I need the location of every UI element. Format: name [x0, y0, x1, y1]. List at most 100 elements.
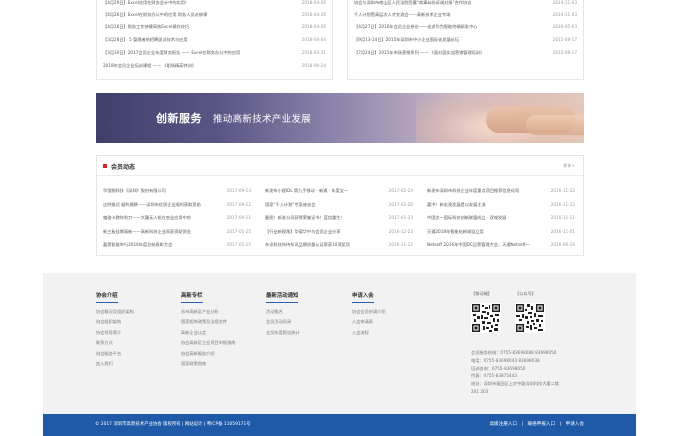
- news-title[interactable]: 【4月16日】财务工作快捷高效Excel操作技巧: [103, 20, 286, 33]
- footer-col-about: 协会介绍 协会概况及组织架构 协会组织架构 协会领导简介 联系方式 协会服务平台…: [96, 291, 134, 369]
- footer-link[interactable]: 活动报名: [266, 307, 300, 317]
- item-title[interactable]: 国家“千人计划”专家座谈会: [265, 198, 381, 212]
- news-item[interactable]: 【4月27日】2016年会员企业参访——走进华为智能终端研发中心 2016-05-…: [354, 20, 577, 33]
- news-item[interactable]: 【9月13-14日】2015年深圳市中小企业国际化发展论坛 2015-08-17: [354, 33, 577, 46]
- item-date: 2017-09-13: [226, 188, 251, 193]
- item-title[interactable]: 【行业新视角】华德华中与会员企业分享: [265, 225, 381, 239]
- list-item[interactable]: 新发布深圳市科技企业年度重点项目推荐信息化项 2016-11-22: [427, 184, 575, 198]
- news-list-right: 协会与深圳市南山区人民法院签署“商事纠纷诉调对接”合作协议 2014-11-03 …: [347, 0, 584, 80]
- footer-link[interactable]: 入会流程: [352, 328, 386, 338]
- item-title[interactable]: Netsoft 2016年中国DC运营管理大会，天通Netsoft一: [427, 238, 543, 252]
- item-title[interactable]: 截图！新发公司获得荣誉证书！蓝信重生！: [265, 211, 381, 225]
- footer-link[interactable]: 协会会员申请介绍: [352, 307, 386, 317]
- member-news-panel: 会员动态 更多+ 华强物科技《深圳》股份有限公司 2017-09-13 达明推迟 …: [96, 155, 584, 256]
- list-item[interactable]: 嘉恩智能举行2016年度总结表彰大会 2017-05-25: [103, 238, 251, 252]
- item-title[interactable]: 中国文一国际科技创新联盟成立 · 双城发展: [427, 211, 543, 225]
- footer-col-events: 最新活动通知 活动报名 会员活动风采 会员年度报告统计: [266, 291, 300, 338]
- news-date: 2018-03-31: [301, 50, 326, 55]
- innovation-banner[interactable]: 创新服务 推动高新技术产业发展: [96, 93, 584, 143]
- item-title[interactable]: 新发布深圳市科技企业年度重点项目推荐信息化项: [427, 184, 543, 198]
- news-title[interactable]: 2018年会员企业培训课程 —— 《职场精英特训》: [103, 59, 286, 72]
- item-title[interactable]: 达明推迟 顺利摘牌——深圳市优质企业顺利获取资助: [103, 198, 219, 212]
- item-date: 2017-05-25: [226, 228, 251, 234]
- item-title[interactable]: 天通2018年智能化新城设立奖: [427, 225, 543, 239]
- list-item[interactable]: 华强物科技《深圳》股份有限公司 2017-09-13: [103, 184, 251, 198]
- news-date: 2015-08-17: [552, 37, 577, 42]
- site-footer: 协会介绍 协会概况及组织架构 协会组织架构 协会领导简介 联系方式 协会服务平台…: [43, 273, 636, 414]
- news-date: 2018-04-04: [301, 37, 326, 42]
- footer-link[interactable]: 国家政策指南: [181, 359, 235, 369]
- footer-link[interactable]: 协会领导简介: [96, 328, 134, 338]
- list-item[interactable]: 截图！新发公司获得荣誉证书！蓝信重生！ 2017-01-23: [265, 211, 413, 225]
- section-marker-icon: [103, 164, 107, 168]
- news-title[interactable]: 【3月28日】 5 管理者的招聘面试技术与应用: [103, 33, 286, 46]
- item-date: 2017-09-11: [226, 215, 251, 221]
- list-item[interactable]: 国家“千人计划”专家座谈会 2017-02-20: [265, 198, 413, 212]
- news-lists: 【4月29日】Excel应用在财务会计中的实用！ 2018-04-26 【4月26…: [96, 0, 584, 80]
- list-item[interactable]: 东讯科技所持东讯品牌质量认证荣获10项奖项 2016-11-22: [265, 238, 413, 252]
- list-item[interactable]: 新发布小视IDL 第九手移动 · 新通 · 年度宝一 2017-02-24: [265, 184, 413, 198]
- item-date: 2017-02-20: [388, 201, 413, 207]
- qr-label: 【公众号】: [515, 291, 536, 296]
- contact-line: 培训咨询：0755-83698050: [471, 365, 526, 371]
- news-title[interactable]: 【7月24日】2015年市场营销系列 —— 《面对面实战营销管理培训》: [354, 46, 537, 59]
- footer-heading: 高新专栏: [181, 291, 203, 303]
- list-item[interactable]: 嘉中？新宏观发展是以发展主流 2016-11-22: [427, 198, 575, 212]
- footer-link[interactable]: 协会高新区企业项目申报指南: [181, 338, 235, 348]
- member-news-header: 会员动态 更多+: [97, 156, 583, 176]
- footer-link[interactable]: 会员年度报告统计: [266, 328, 300, 338]
- list-item[interactable]: Netsoft 2016年中国DC运营管理大会，天通Netsoft一 2016-0…: [427, 238, 575, 252]
- member-login-link[interactable]: 高级注册入口: [489, 422, 517, 427]
- item-date: 2017-09-12: [226, 201, 251, 207]
- item-date: 2017-05-25: [226, 242, 251, 248]
- report-entry-link[interactable]: 联络申报入口: [528, 422, 556, 427]
- footer-link[interactable]: 协会高新服务介绍: [181, 349, 235, 359]
- member-news-col-1: 华强物科技《深圳》股份有限公司 2017-09-13 达明推迟 顺利摘牌——深圳市…: [103, 184, 251, 252]
- item-title[interactable]: 新发布小视IDL 第九手移动 · 新通 · 年度宝一: [265, 184, 381, 198]
- footer-link[interactable]: 加入我们: [96, 359, 134, 369]
- item-title[interactable]: 新三板挂牌高新——高新科技企业再获资助资金: [103, 225, 219, 239]
- apply-membership-link[interactable]: 申请入会: [566, 422, 584, 427]
- bottom-links: 高级注册入口 | 联络申报入口 | 申请入会: [486, 421, 584, 427]
- item-title[interactable]: 嗑骆卡教你利刀——大疆无人机在农业应用中的: [103, 211, 219, 225]
- item-title[interactable]: 嘉恩智能举行2016年度总结表彰大会: [103, 238, 219, 252]
- banner-hands-image: [526, 115, 584, 135]
- footer-link[interactable]: 协会服务平台: [96, 349, 134, 359]
- list-item[interactable]: 【行业新视角】华德华中与会员企业分享 2016-12-23: [265, 225, 413, 239]
- list-item[interactable]: 中国文一国际科技创新联盟成立 · 双城发展 2016-11-11: [427, 211, 575, 225]
- news-title[interactable]: 【3月30日】2017会员企业年度财务报告 —— Excel在财务办公中的应用: [103, 46, 286, 59]
- more-link[interactable]: 更多+: [563, 163, 575, 169]
- footer-link[interactable]: 高新企业认定: [181, 328, 235, 338]
- news-title[interactable]: 【4月27日】2016年会员企业参访——走进华为智能终端研发中心: [354, 20, 537, 33]
- list-item[interactable]: 达明推迟 顺利摘牌——深圳市优质企业顺利获取资助 2017-09-12: [103, 198, 251, 212]
- member-news-col-2: 新发布小视IDL 第九手移动 · 新通 · 年度宝一 2017-02-24 国家“…: [265, 184, 413, 252]
- item-date: 2016-11-22: [388, 242, 413, 248]
- news-title[interactable]: 【9月13-14日】2015年深圳市中小企业国际化发展论坛: [354, 33, 537, 46]
- page: 【4月29日】Excel应用在财务会计中的实用！ 2018-04-26 【4月26…: [0, 0, 674, 436]
- item-title[interactable]: 东讯科技所持东讯品牌质量认证荣获10项奖项: [265, 238, 381, 252]
- qr-mobile: 【移动端】: [471, 291, 511, 333]
- footer-link[interactable]: 国家相关政策及法规文件: [181, 317, 235, 327]
- footer-link[interactable]: 入会申请表: [352, 317, 386, 327]
- item-title[interactable]: 嘉中？新宏观发展是以发展主流: [427, 198, 543, 212]
- news-item[interactable]: 2018年会员企业培训课程 —— 《职场精英特训》 2018-06-24: [103, 59, 326, 72]
- footer-link[interactable]: 会员活动风采: [266, 317, 300, 327]
- footer-link[interactable]: 协会组织架构: [96, 317, 134, 327]
- news-item[interactable]: 【7月24日】2015年市场营销系列 —— 《面对面实战营销管理培训》 2015-…: [354, 46, 577, 59]
- news-item[interactable]: 【4月16日】财务工作快捷高效Excel操作技巧 2018-04-26: [103, 20, 326, 33]
- contact-info: 会员服务热线：0755-83698088 83698050 电话：0755-83…: [471, 349, 559, 396]
- member-news-col-3: 新发布深圳市科技企业年度重点项目推荐信息化项 2016-11-22 嘉中？新宏观发…: [427, 184, 575, 252]
- list-item[interactable]: 天通2018年智能化新城设立奖 2016-11-01: [427, 225, 575, 239]
- footer-link[interactable]: 协会概况及组织架构: [96, 307, 134, 317]
- item-date: 2016-11-01: [550, 228, 575, 234]
- member-news-title: 会员动态: [111, 164, 136, 171]
- footer-link[interactable]: 苏州高新区产业分析: [181, 307, 235, 317]
- list-item[interactable]: 新三板挂牌高新——高新科技企业再获资助资金 2017-05-25: [103, 225, 251, 239]
- list-item[interactable]: 嗑骆卡教你利刀——大疆无人机在农业应用中的 2017-09-11: [103, 211, 251, 225]
- news-item[interactable]: 【3月28日】 5 管理者的招聘面试技术与应用 2018-04-04: [103, 33, 326, 46]
- footer-link[interactable]: 联系方式: [96, 338, 134, 348]
- item-date: 2016-06-16: [550, 242, 575, 248]
- qr-code-icon: [515, 303, 545, 333]
- news-item[interactable]: 【3月30日】2017会员企业年度财务报告 —— Excel在财务办公中的应用 2…: [103, 46, 326, 59]
- item-title[interactable]: 华强物科技《深圳》股份有限公司: [103, 184, 219, 198]
